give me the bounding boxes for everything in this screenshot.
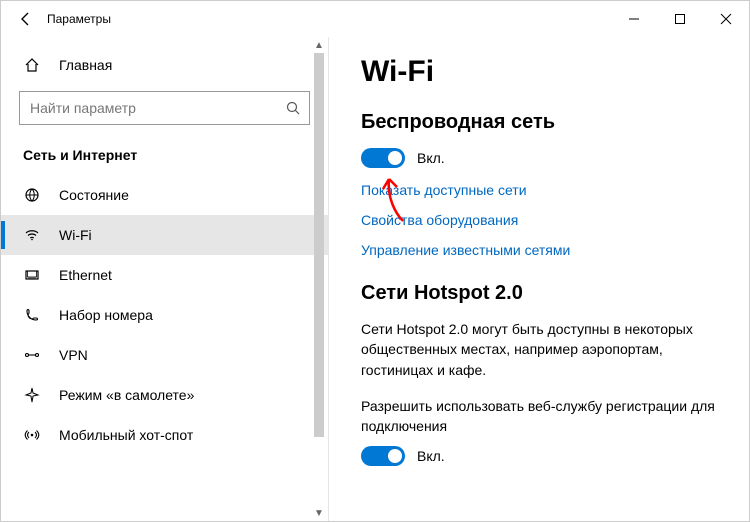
- sidebar-item-airplane[interactable]: Режим «в самолете»: [1, 375, 328, 415]
- hotspot-description: Сети Hotspot 2.0 могут быть доступны в н…: [361, 319, 729, 380]
- close-button[interactable]: [703, 1, 749, 37]
- sidebar-item-dialup[interactable]: Набор номера: [1, 295, 328, 335]
- hotspot-toggle[interactable]: [361, 446, 405, 466]
- sidebar-item-label: Wi-Fi: [59, 227, 92, 243]
- scroll-down-icon[interactable]: ▼: [312, 505, 326, 521]
- hotspot-toggle-label: Вкл.: [417, 448, 445, 464]
- search-placeholder: Найти параметр: [30, 100, 285, 116]
- sidebar-item-ethernet[interactable]: Ethernet: [1, 255, 328, 295]
- minimize-button[interactable]: [611, 1, 657, 37]
- search-input[interactable]: Найти параметр: [19, 91, 310, 125]
- sidebar-item-vpn[interactable]: VPN: [1, 335, 328, 375]
- sidebar-item-label: Мобильный хот-спот: [59, 427, 193, 443]
- hotspot-icon: [23, 427, 41, 443]
- home-nav[interactable]: Главная: [1, 45, 328, 85]
- vpn-icon: [23, 347, 41, 363]
- wifi-toggle-label: Вкл.: [417, 150, 445, 166]
- phone-icon: [23, 307, 41, 323]
- ethernet-icon: [23, 267, 41, 283]
- sidebar-item-label: VPN: [59, 347, 88, 363]
- page-title: Wi-Fi: [361, 55, 729, 89]
- hotspot-allow-label: Разрешить использовать веб-службу регист…: [361, 396, 729, 437]
- sidebar-item-wifi[interactable]: Wi-Fi: [1, 215, 328, 255]
- maximize-button[interactable]: [657, 1, 703, 37]
- globe-icon: [23, 187, 41, 203]
- wireless-heading: Беспроводная сеть: [361, 111, 729, 134]
- sidebar-section-title: Сеть и Интернет: [1, 135, 328, 175]
- sidebar-item-label: Состояние: [59, 187, 129, 203]
- sidebar-scrollbar[interactable]: ▲ ▼: [312, 37, 326, 521]
- scrollbar-thumb[interactable]: [314, 53, 324, 437]
- airplane-icon: [23, 387, 41, 403]
- window-title: Параметры: [43, 12, 111, 26]
- hotspot-heading: Сети Hotspot 2.0: [361, 282, 729, 305]
- link-show-networks[interactable]: Показать доступные сети: [361, 182, 729, 198]
- link-manage-known-networks[interactable]: Управление известными сетями: [361, 242, 729, 258]
- sidebar-item-label: Режим «в самолете»: [59, 387, 194, 403]
- sidebar-item-hotspot[interactable]: Мобильный хот-спот: [1, 415, 328, 455]
- sidebar-item-status[interactable]: Состояние: [1, 175, 328, 215]
- search-icon: [285, 100, 301, 116]
- back-button[interactable]: [9, 1, 43, 37]
- link-hardware-properties[interactable]: Свойства оборудования: [361, 212, 729, 228]
- sidebar-item-label: Набор номера: [59, 307, 153, 323]
- content-pane: Wi-Fi Беспроводная сеть Вкл. Показать до…: [329, 37, 749, 521]
- sidebar: Главная Найти параметр Сеть и Интернет С…: [1, 37, 329, 521]
- home-icon: [23, 57, 41, 73]
- scroll-up-icon[interactable]: ▲: [312, 37, 326, 53]
- home-label: Главная: [59, 57, 112, 73]
- sidebar-item-label: Ethernet: [59, 267, 112, 283]
- wifi-toggle[interactable]: [361, 148, 405, 168]
- wifi-icon: [23, 227, 41, 243]
